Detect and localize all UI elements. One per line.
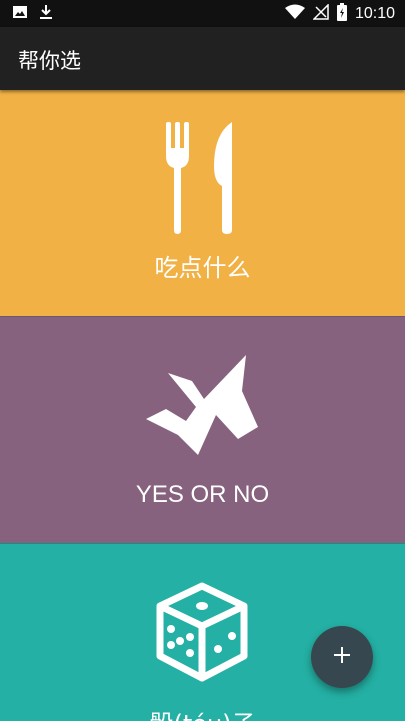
status-bar: 10:10	[0, 0, 405, 27]
app-title: 帮你选	[18, 49, 81, 73]
plus-icon	[332, 645, 352, 669]
wifi-icon	[284, 4, 305, 24]
yes-no-icon	[146, 355, 260, 459]
signal-icon	[312, 3, 329, 24]
card-label-yes-no: YES OR NO	[135, 481, 270, 508]
battery-icon	[336, 3, 347, 25]
dice-icon	[156, 582, 248, 686]
image-icon	[12, 4, 28, 24]
fork-knife-icon	[162, 120, 242, 240]
card-label-dice: 骰(tóu)子	[0, 704, 405, 721]
card-label-eat: 吃点什么	[154, 254, 251, 282]
status-time: 10:10	[354, 5, 395, 22]
add-button[interactable]	[311, 626, 373, 688]
app-bar: 帮你选	[0, 27, 405, 90]
card-eat-what[interactable]: 吃点什么	[0, 90, 405, 316]
download-icon	[38, 4, 54, 24]
card-yes-or-no[interactable]: YES OR NO	[0, 316, 405, 544]
